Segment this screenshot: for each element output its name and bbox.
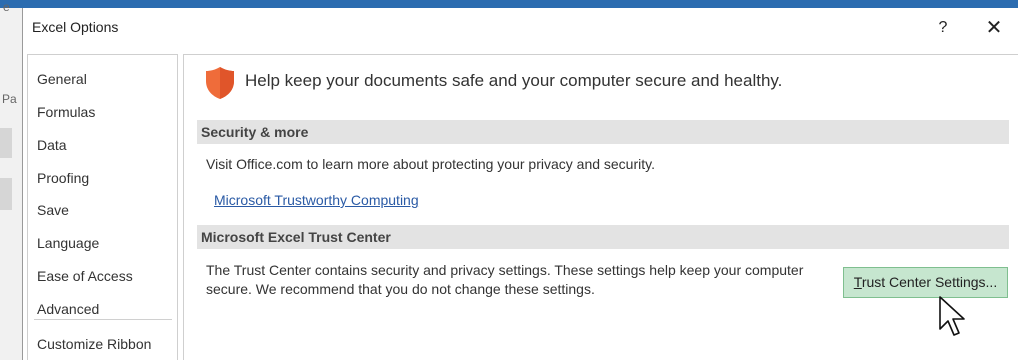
trust-center-description-line1: The Trust Center contains security and p… xyxy=(206,262,804,278)
trustworthy-computing-link[interactable]: Microsoft Trustworthy Computing xyxy=(214,192,419,208)
dialog-title: Excel Options xyxy=(32,19,119,35)
background-fragment-text: Pa xyxy=(2,92,17,106)
security-description: Visit Office.com to learn more about pro… xyxy=(206,156,655,172)
background-window-strip xyxy=(0,0,1018,8)
nav-item-formulas[interactable]: Formulas xyxy=(37,101,172,123)
trust-center-settings-button[interactable]: Trust Center Settings... xyxy=(843,267,1008,298)
excel-options-dialog: Excel Options ? ✕ General Formulas Data … xyxy=(22,8,1018,360)
background-bar xyxy=(0,178,12,210)
nav-item-data[interactable]: Data xyxy=(37,134,172,156)
nav-item-customize-ribbon[interactable]: Customize Ribbon xyxy=(37,333,172,355)
nav-item-advanced[interactable]: Advanced xyxy=(37,298,172,320)
trust-center-panel: Help keep your documents safe and your c… xyxy=(183,54,1018,360)
nav-item-save[interactable]: Save xyxy=(37,199,172,221)
section-header-security: Security & more xyxy=(197,120,1009,144)
close-button[interactable]: ✕ xyxy=(978,14,1010,42)
button-accelerator-letter: T xyxy=(853,274,862,290)
nav-separator xyxy=(34,319,172,320)
background-bar xyxy=(0,128,12,158)
background-window-edge: e Pa xyxy=(0,0,22,360)
shield-icon xyxy=(206,67,234,99)
nav-item-proofing[interactable]: Proofing xyxy=(37,167,172,189)
background-fragment-text: e xyxy=(3,0,10,14)
trust-center-description-line2: secure. We recommend that you do not cha… xyxy=(206,281,595,297)
section-header-trust-center: Microsoft Excel Trust Center xyxy=(197,225,1009,249)
page-heading: Help keep your documents safe and your c… xyxy=(245,71,783,90)
nav-item-ease-of-access[interactable]: Ease of Access xyxy=(37,265,172,287)
button-label: rust Center Settings... xyxy=(861,274,998,290)
nav-item-general[interactable]: General xyxy=(37,68,172,90)
mouse-cursor-icon xyxy=(939,296,965,336)
options-nav: General Formulas Data Proofing Save Lang… xyxy=(27,54,178,360)
help-button[interactable]: ? xyxy=(928,14,958,42)
nav-item-language[interactable]: Language xyxy=(37,232,172,254)
dialog-title-bar[interactable]: Excel Options ? ✕ xyxy=(23,8,1018,48)
